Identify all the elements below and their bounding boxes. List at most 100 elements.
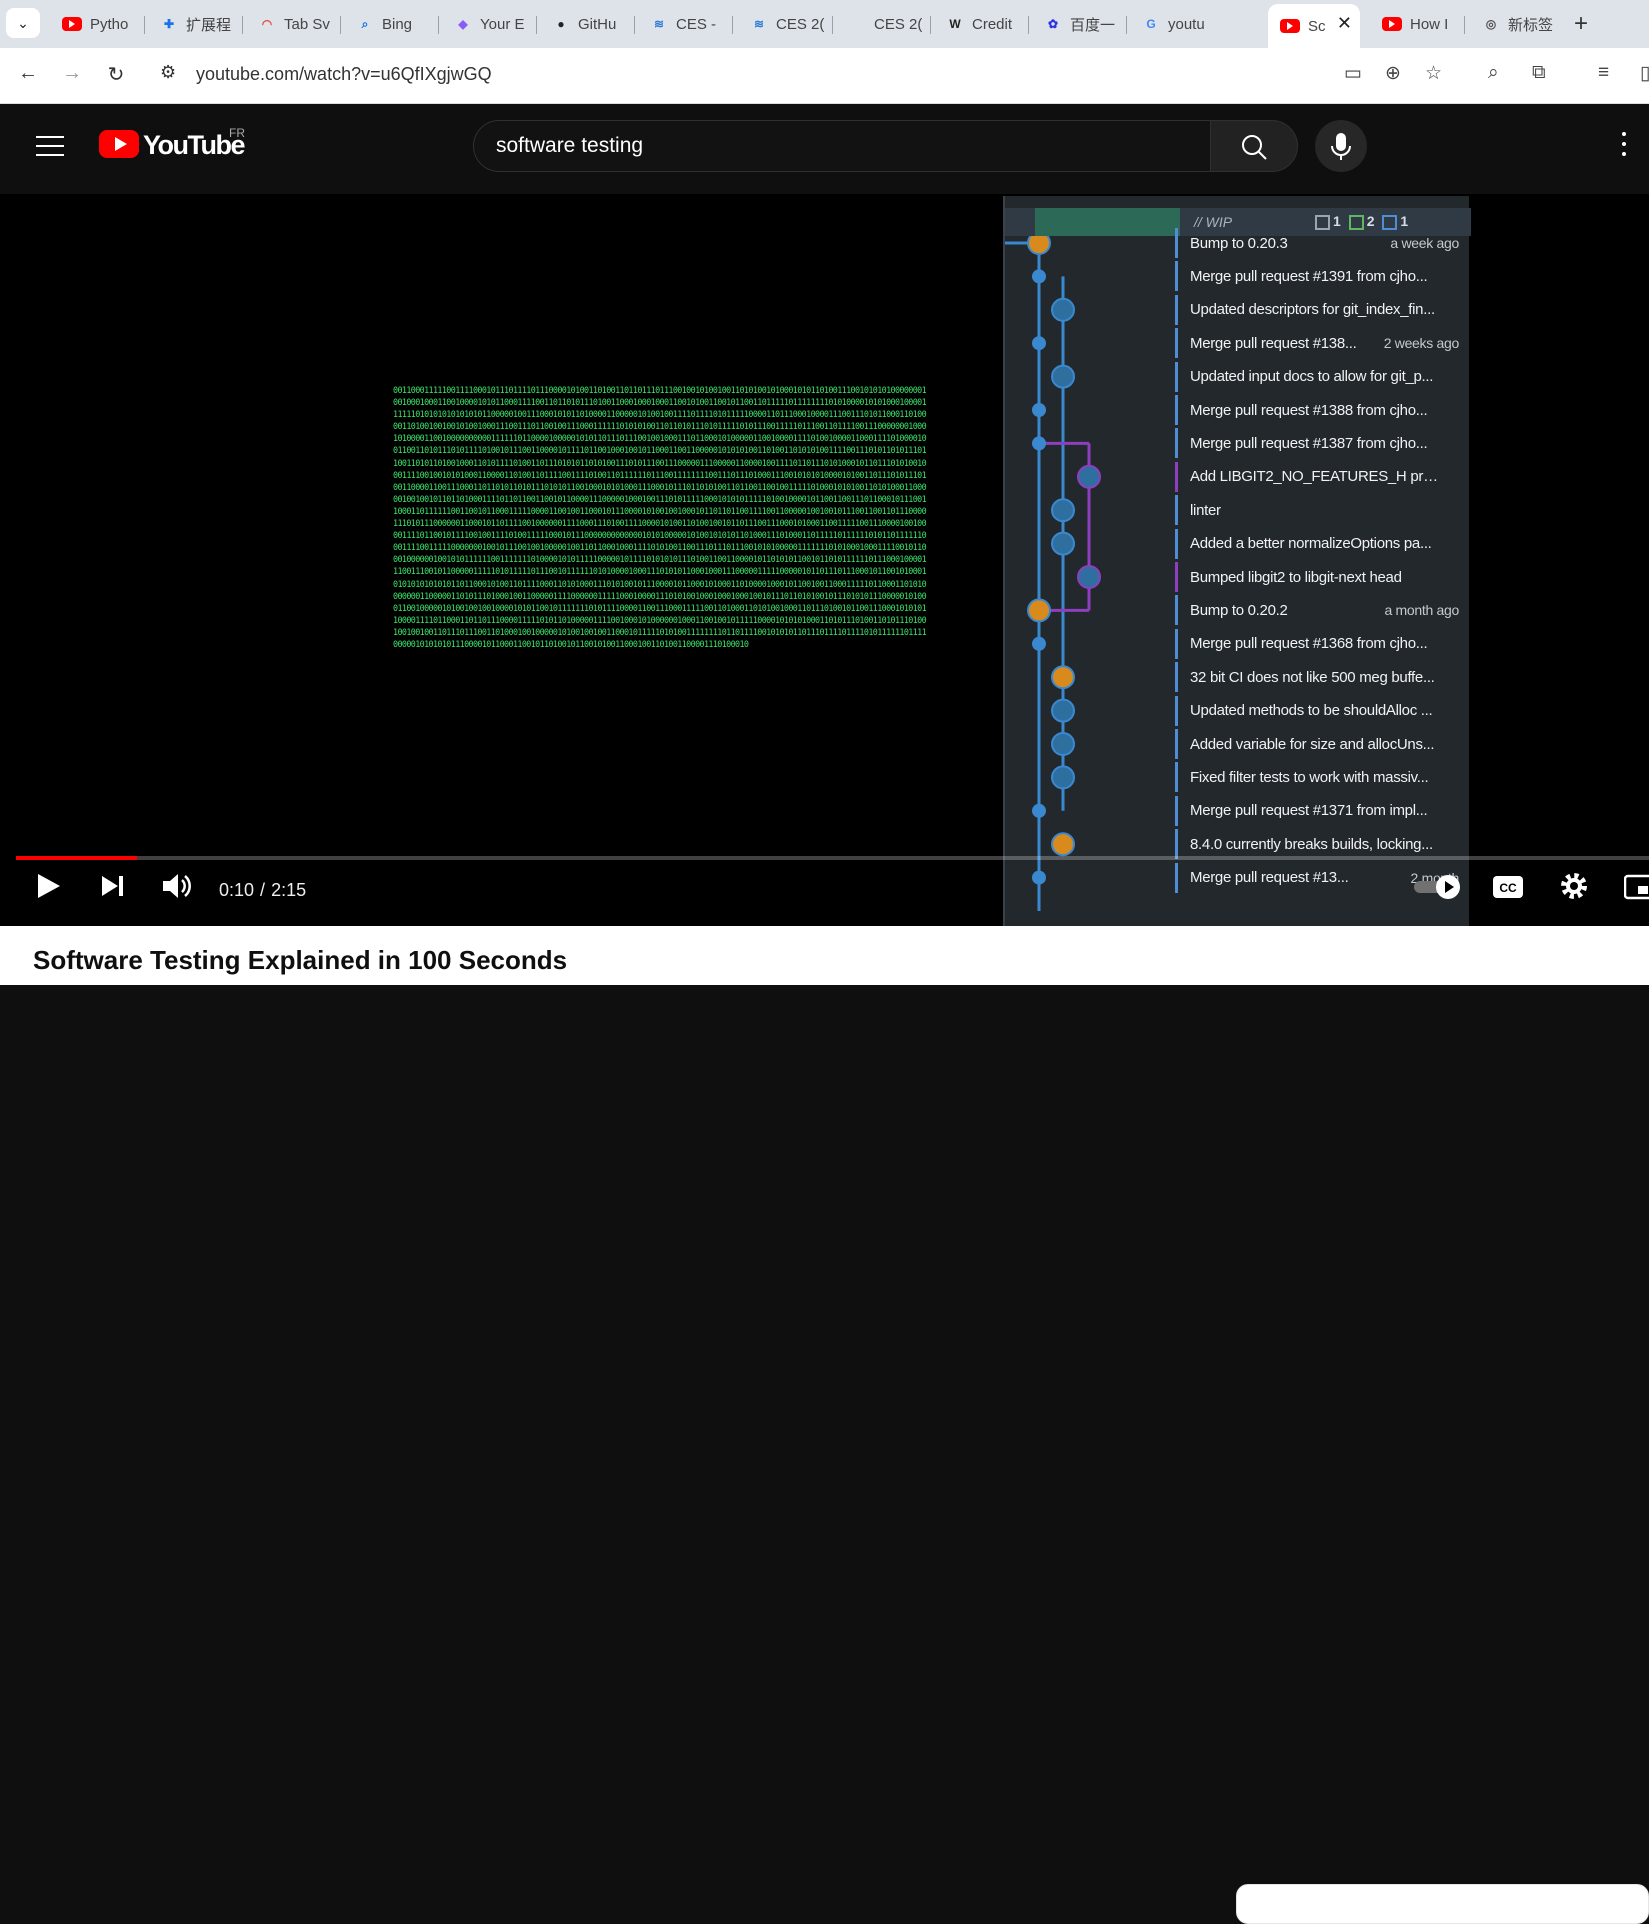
tab-label: CES -	[676, 15, 717, 33]
commit-row[interactable]: Added a better normalizeOptions pa...	[1175, 528, 1465, 559]
commit-row[interactable]: Merge pull request #138... 2 weeks ago	[1175, 328, 1465, 359]
tab-4[interactable]: ⌕ Bing	[344, 6, 434, 42]
settings-button[interactable]	[1558, 870, 1590, 907]
tab-15[interactable]: ◎ 新标签	[1470, 6, 1560, 42]
commit-time: a month ago	[1384, 602, 1459, 619]
commit-row[interactable]: Bumped libgit2 to libgit-next head	[1175, 562, 1465, 592]
volume-icon	[163, 874, 191, 898]
back-button[interactable]: ←	[14, 62, 42, 85]
commit-row[interactable]: linter	[1175, 495, 1465, 526]
tab-separator	[1126, 16, 1127, 34]
commit-node	[1032, 336, 1046, 351]
more-options-icon[interactable]	[1620, 132, 1628, 162]
zoom-icon[interactable]: ⊕	[1385, 62, 1401, 85]
tab-label: youtu	[1168, 15, 1205, 33]
ces-icon: ≋	[753, 17, 765, 31]
video-player[interactable]: 0011000111110011110001011101111011100001…	[0, 194, 1649, 926]
tab-1[interactable]: Pytho	[50, 6, 140, 42]
youtube-icon	[1382, 17, 1402, 31]
voice-search-button[interactable]	[1315, 120, 1367, 172]
tab-3[interactable]: ◠ Tab Sv	[246, 6, 336, 42]
commit-row[interactable]: Bump to 0.20.2 a month ago	[1175, 595, 1465, 626]
extensions-icon[interactable]: ⧉	[1532, 62, 1546, 84]
lens-icon[interactable]: ⌕	[1488, 62, 1499, 84]
forward-button[interactable]: →	[58, 62, 86, 85]
commit-message: Added a better normalizeOptions pa...	[1190, 535, 1432, 553]
time-total: 2:15	[271, 880, 307, 900]
chevron-down-icon: ⌄	[17, 14, 29, 31]
commit-row[interactable]: Updated methods to be shouldAlloc ...	[1175, 695, 1465, 726]
commit-avatar-icon	[1051, 498, 1075, 523]
search-input[interactable]	[473, 120, 1211, 172]
tab-label: Credit	[972, 15, 1013, 33]
install-app-icon[interactable]: ▭	[1344, 62, 1362, 85]
commit-row[interactable]: Merge pull request #1368 from cjho...	[1175, 628, 1465, 659]
tab-5[interactable]: ◆ Your E	[442, 6, 532, 42]
tab-2[interactable]: ✚ 扩展程	[148, 6, 238, 42]
miniplayer-button[interactable]	[1623, 874, 1649, 905]
url-field[interactable]: youtube.com/watch?v=u6QfIXgjwGQ	[196, 64, 492, 85]
commit-row[interactable]: Updated descriptors for git_index_fin...	[1175, 294, 1465, 325]
time-display: 0:10/2:15	[219, 880, 306, 901]
commit-message: Merge pull request #1388 from cjho...	[1190, 401, 1428, 419]
site-info-button[interactable]: ⚙	[160, 62, 176, 83]
browser-tab-strip: ⌄ Pytho ✚ 扩展程 ◠ Tab Sv ⌕ Bing ◆ Your E ● GitHu ≋ CES…	[0, 0, 1649, 48]
google-icon: G	[1146, 17, 1156, 31]
commit-row[interactable]: Merge pull request #1371 from impl...	[1175, 795, 1465, 826]
youtube-logo-icon[interactable]	[99, 130, 139, 158]
tab-6[interactable]: ● GitHu	[540, 6, 630, 42]
commit-message: 8.4.0 currently breaks builds, locking..…	[1190, 835, 1433, 853]
commit-avatar-icon	[1027, 598, 1051, 623]
commit-row[interactable]: Merge pull request #1391 from cjho...	[1175, 261, 1465, 292]
hamburger-menu-icon[interactable]	[36, 136, 64, 156]
new-tab-button[interactable]: +	[1574, 10, 1588, 38]
commit-time: a week ago	[1390, 235, 1459, 251]
commit-row[interactable]: Bump to 0.20.3 a week ago	[1175, 228, 1465, 258]
commit-avatar-icon	[1051, 765, 1075, 790]
commit-avatar-icon	[1051, 531, 1075, 556]
commit-row[interactable]: Add LIBGIT2_NO_FEATURES_H prepr...	[1175, 461, 1465, 492]
next-button[interactable]	[98, 866, 128, 911]
search-icon: ⌕	[361, 16, 369, 31]
commit-row[interactable]: 32 bit CI does not like 500 meg buffe...	[1175, 662, 1465, 693]
commit-avatar-icon	[1051, 364, 1075, 389]
reload-button[interactable]: ↻	[102, 62, 130, 87]
bookmark-star-icon[interactable]: ☆	[1425, 62, 1442, 85]
commit-row[interactable]: Added variable for size and allocUns...	[1175, 729, 1465, 759]
tab-11[interactable]: ✿ 百度一	[1032, 6, 1122, 42]
tab-13[interactable]: Sc ✕	[1268, 4, 1360, 48]
tab-9[interactable]: CES 2(	[836, 6, 926, 42]
commit-node	[1032, 403, 1046, 417]
copilot-icon: ◆	[458, 17, 468, 31]
commit-row[interactable]: Merge pull request #1387 from cjho...	[1175, 428, 1465, 459]
media-control-icon[interactable]: ≡	[1598, 62, 1609, 84]
commit-time: 2 weeks ago	[1383, 335, 1460, 352]
tab-14[interactable]: How I	[1370, 6, 1460, 42]
commit-row[interactable]: Merge pull request #1388 from cjho...	[1175, 395, 1465, 425]
commit-node	[1032, 436, 1046, 451]
youtube-icon	[62, 17, 82, 31]
tab-12[interactable]: Gyoutu	[1130, 6, 1220, 42]
search-button[interactable]	[1210, 120, 1298, 172]
stat-modified: 1	[1333, 213, 1341, 229]
autoplay-icon	[1414, 875, 1460, 899]
tab-7[interactable]: ≋ CES -	[638, 6, 728, 42]
tab-8[interactable]: ≋ CES 2(	[738, 6, 828, 42]
autoplay-toggle[interactable]	[1412, 873, 1462, 906]
extension-puzzle-icon: ✚	[163, 17, 175, 31]
close-tab-icon[interactable]: ✕	[1337, 13, 1352, 34]
commit-row[interactable]: Fixed filter tests to work with massiv..…	[1175, 762, 1465, 793]
commit-row[interactable]: Updated input docs to allow for git_p...	[1175, 361, 1465, 392]
mute-button[interactable]	[160, 866, 194, 911]
side-panel-icon[interactable]: ▯	[1640, 62, 1649, 85]
progress-bar[interactable]	[16, 856, 1649, 860]
tab-label: Pytho	[90, 15, 129, 33]
tab-10[interactable]: W Credit	[934, 6, 1024, 42]
commit-message: Merge pull request #1391 from cjho...	[1190, 267, 1428, 285]
commit-row[interactable]: 8.4.0 currently breaks builds, locking..…	[1175, 829, 1465, 860]
captions-button[interactable]: CC	[1492, 874, 1524, 905]
tab-search-button[interactable]: ⌄	[6, 8, 40, 38]
tab-separator	[536, 16, 537, 34]
blank-icon	[848, 15, 866, 33]
play-button[interactable]	[34, 866, 64, 911]
